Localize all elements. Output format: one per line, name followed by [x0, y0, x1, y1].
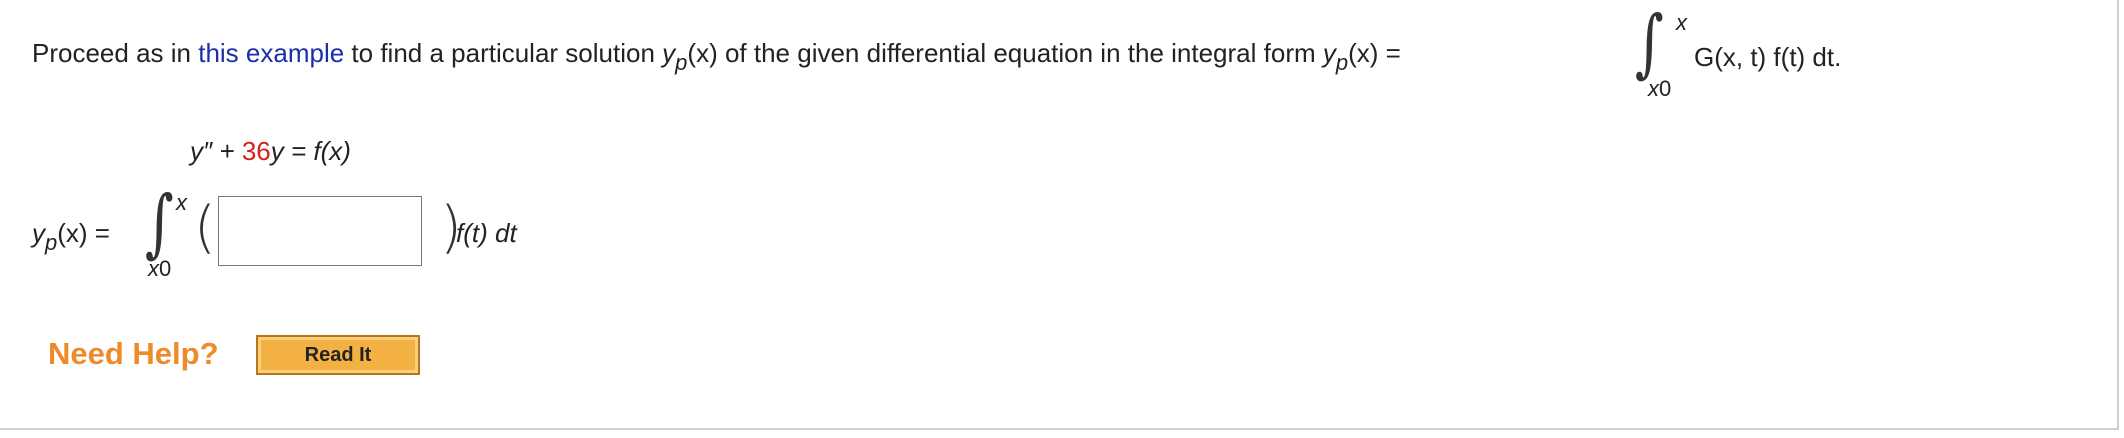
integral-sign: ∫ [1634, 0, 1664, 86]
integral-lower-limit: x0 [1648, 76, 1672, 101]
read-it-button[interactable]: Read It [256, 335, 420, 375]
solution-integral-sign: ∫ [144, 180, 174, 266]
integrand-text: G(x, t) f(t) dt. [1694, 42, 1842, 72]
yp-symbol-2: yp [1322, 38, 1349, 75]
need-help-label: Need Help? [48, 336, 219, 371]
solution-upper-limit: x [176, 190, 187, 215]
equation-coefficient: 36 [241, 136, 271, 166]
solution-lhs: yp(x) = [32, 218, 110, 255]
yp-arg-2: (x) [1348, 38, 1379, 68]
answer-input[interactable] [218, 196, 422, 266]
instruction-part3: of the given differential equation in th… [717, 38, 1323, 68]
solution-lower-limit: x0 [148, 256, 172, 281]
instruction-part1: Proceed as in [32, 38, 199, 68]
integral-upper-limit: x [1676, 10, 1687, 35]
instruction-text: Proceed as in this example to find a par… [32, 38, 1401, 75]
instruction-part2: to find a particular solution [344, 38, 663, 68]
question-panel: Proceed as in this example to find a par… [0, 0, 2119, 430]
yp-arg: (x) [687, 38, 718, 68]
differential-equation: y″ + 36y = f(x) [190, 136, 351, 166]
example-link[interactable]: this example [198, 38, 344, 68]
equals-sign: = [1378, 38, 1401, 68]
solution-tail: f(t) dt [456, 218, 517, 248]
open-paren: ( [194, 195, 216, 260]
yp-symbol: yp [662, 38, 688, 75]
